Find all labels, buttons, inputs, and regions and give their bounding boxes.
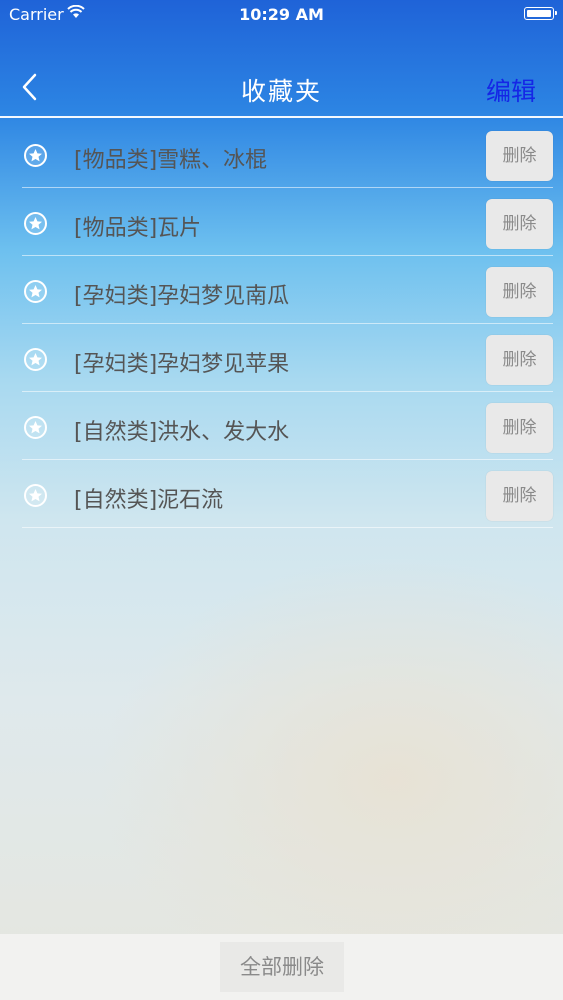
status-bar: Carrier 10:29 AM [0, 0, 563, 30]
nav-bar: 收藏夹 编辑 [0, 60, 563, 116]
list-item[interactable]: [孕妇类]孕妇梦见苹果 删除 [22, 324, 553, 392]
star-circle-icon [24, 416, 47, 439]
delete-button[interactable]: 删除 [486, 199, 553, 249]
bottom-bar: 全部删除 [0, 934, 563, 1000]
delete-all-button[interactable]: 全部删除 [220, 942, 344, 992]
list-item-label: [自然类]洪水、发大水 [74, 420, 290, 445]
delete-button[interactable]: 删除 [486, 131, 553, 181]
star-circle-icon [24, 144, 47, 167]
star-circle-icon [24, 484, 47, 507]
list-item-label: [自然类]泥石流 [74, 488, 224, 513]
edit-button[interactable]: 编辑 [486, 72, 536, 108]
battery-icon [524, 7, 557, 20]
delete-button[interactable]: 删除 [486, 267, 553, 317]
delete-button[interactable]: 删除 [486, 335, 553, 385]
list-item[interactable]: [物品类]瓦片 删除 [22, 188, 553, 256]
list-item-label: [孕妇类]孕妇梦见苹果 [74, 352, 290, 377]
list-item[interactable]: [自然类]洪水、发大水 删除 [22, 392, 553, 460]
list-item[interactable]: [物品类]雪糕、冰棍 删除 [22, 120, 553, 188]
list-item-label: [物品类]雪糕、冰棍 [74, 148, 268, 173]
nav-divider [0, 116, 563, 118]
delete-button[interactable]: 删除 [486, 403, 553, 453]
page-title: 收藏夹 [240, 77, 322, 106]
star-circle-icon [24, 280, 47, 303]
star-circle-icon [24, 348, 47, 371]
status-time: 10:29 AM [239, 5, 324, 24]
list-item[interactable]: [孕妇类]孕妇梦见南瓜 删除 [22, 256, 553, 324]
star-circle-icon [24, 212, 47, 235]
list-item-label: [孕妇类]孕妇梦见南瓜 [74, 284, 290, 309]
list-item-label: [物品类]瓦片 [74, 216, 202, 241]
list-item[interactable]: [自然类]泥石流 删除 [22, 460, 553, 528]
delete-button[interactable]: 删除 [486, 471, 553, 521]
favorites-list: [物品类]雪糕、冰棍 删除 [物品类]瓦片 删除 [孕妇类]孕妇梦见南瓜 删除 … [0, 120, 563, 528]
